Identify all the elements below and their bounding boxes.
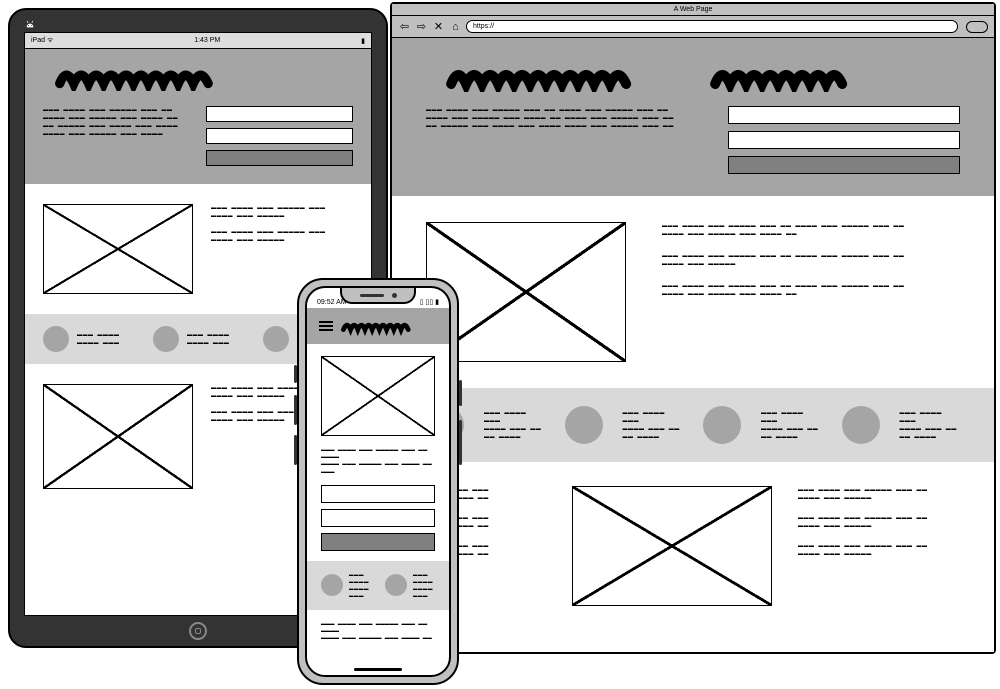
avatar-item: ▬▬▬ ▬▬▬▬▬▬▬▬ ▬▬▬ — [43, 326, 133, 352]
avatar-text: ▬▬▬ ▬▬▬▬▬▬▬▬ ▬▬▬ — [413, 571, 435, 600]
speaker-icon — [360, 294, 384, 297]
avatar-text: ▬▬▬ ▬▬▬▬▬▬▬▬ ▬▬▬ — [349, 571, 371, 600]
scribble-heading-1 — [426, 62, 666, 92]
feature-text: ▬▬▬ ▬▬▬▬ ▬▬▬ ▬▬▬▬▬ ▬▬▬ ▬▬ ▬▬▬▬ ▬▬▬ ▬▬▬▬▬… — [662, 282, 960, 298]
url-text: https:// — [473, 23, 494, 30]
avatar-text: ▬▬▬ ▬▬▬▬ ▬▬▬▬▬▬▬ ▬▬▬ ▬▬▬▬ ▬▬▬▬ — [623, 409, 684, 441]
submit-button[interactable] — [728, 156, 960, 174]
image-placeholder — [43, 384, 193, 489]
avatar-circle-icon — [321, 574, 343, 596]
phone-screen: 09:52 AM ▯ ▯▯ ▮ ▬▬▬ ▬▬▬▬ ▬▬▬ ▬▬▬▬▬ ▬▬▬ ▬… — [305, 286, 451, 677]
feature-text: ▬▬▬ ▬▬▬▬ ▬▬▬ ▬▬▬▬▬ ▬▬▬ ▬▬ ▬▬▬▬ ▬▬▬ ▬▬▬▬▬… — [662, 222, 960, 238]
browser-viewport: ▬▬▬ ▬▬▬▬ ▬▬▬ ▬▬▬▬▬ ▬▬▬ ▬▬ ▬▬▬▬ ▬▬▬ ▬▬▬▬▬… — [392, 38, 994, 652]
submit-button[interactable] — [206, 150, 353, 166]
home-indicator[interactable] — [354, 668, 402, 671]
avatar-item: ▬▬▬ ▬▬▬▬▬▬▬▬ ▬▬▬ — [153, 326, 243, 352]
browser-title-bar: A Web Page — [392, 4, 994, 16]
phone-side-button[interactable] — [459, 420, 462, 465]
hamburger-icon[interactable] — [319, 321, 333, 331]
avatar-circle-icon — [565, 406, 603, 444]
browser-login-form — [728, 106, 960, 174]
body-text: ▬▬▬ ▬▬▬▬ ▬▬▬ ▬▬▬▬▬ ▬▬▬ ▬▬ ▬▬▬▬▬▬▬▬ ▬▬▬ ▬… — [307, 610, 449, 652]
feature-text-1: ▬▬▬ ▬▬▬▬ ▬▬▬ ▬▬▬▬▬ ▬▬▬▬▬▬▬ ▬▬▬ ▬▬▬▬▬ — [211, 204, 353, 220]
phone-app-bar — [307, 308, 449, 344]
input-field-2[interactable] — [206, 128, 353, 144]
status-left: iPad ᯤ — [31, 36, 53, 45]
phone-side-button[interactable] — [459, 380, 462, 406]
avatar-item: ▬▬▬ ▬▬▬▬▬▬▬▬ ▬▬▬ — [385, 571, 435, 600]
phone-device-frame: 09:52 AM ▯ ▯▯ ▮ ▬▬▬ ▬▬▬▬ ▬▬▬ ▬▬▬▬▬ ▬▬▬ ▬… — [297, 278, 459, 685]
browser-hero-section: ▬▬▬ ▬▬▬▬ ▬▬▬ ▬▬▬▬▬ ▬▬▬ ▬▬ ▬▬▬▬ ▬▬▬ ▬▬▬▬▬… — [392, 38, 994, 196]
status-right: ▯ ▯▯ ▮ — [420, 298, 439, 306]
feature-text: ▬▬▬ ▬▬▬▬ ▬▬▬ ▬▬▬▬▬ ▬▬▬ ▬▬▬▬▬▬ ▬▬▬ ▬▬▬▬▬ — [798, 486, 960, 502]
forward-icon[interactable]: ⇨ — [415, 20, 428, 33]
phone-volume-down[interactable] — [294, 435, 297, 465]
url-bar[interactable]: https:// — [466, 20, 958, 33]
input-field-1[interactable] — [728, 106, 960, 124]
phone-content: ▬▬▬ ▬▬▬▬ ▬▬▬ ▬▬▬▬▬ ▬▬▬ ▬▬ ▬▬▬▬▬▬▬▬ ▬▬▬ ▬… — [307, 344, 449, 675]
avatar-circle-icon — [263, 326, 289, 352]
image-placeholder — [43, 204, 193, 294]
phone-notch — [340, 288, 416, 304]
input-field-1[interactable] — [206, 106, 353, 122]
image-placeholder — [572, 486, 772, 606]
phone-login-form — [307, 475, 449, 561]
input-field-2[interactable] — [321, 509, 435, 527]
body-text: ▬▬▬ ▬▬▬▬ ▬▬▬ ▬▬▬▬▬ ▬▬▬ ▬▬ ▬▬▬▬▬▬▬▬ ▬▬▬ ▬… — [307, 446, 449, 475]
back-icon[interactable]: ⇦ — [398, 20, 411, 33]
hero-placeholder-text: ▬▬▬ ▬▬▬▬ ▬▬▬ ▬▬▬▬▬ ▬▬▬ ▬▬▬▬▬▬ ▬▬▬ ▬▬▬▬▬ … — [43, 106, 190, 166]
home-icon[interactable]: ⌂ — [449, 20, 462, 33]
phone-avatar-row: ▬▬▬ ▬▬▬▬▬▬▬▬ ▬▬▬ ▬▬▬ ▬▬▬▬▬▬▬▬ ▬▬▬ — [307, 561, 449, 610]
toolbar-pill-button[interactable] — [966, 21, 988, 33]
submit-button[interactable] — [321, 533, 435, 551]
phone-mute-switch[interactable] — [294, 365, 297, 383]
avatar-circle-icon — [703, 406, 741, 444]
tablet-login-form — [206, 106, 353, 166]
browser-avatar-row: ▬▬▬ ▬▬▬▬ ▬▬▬▬▬▬▬ ▬▬▬ ▬▬▬▬ ▬▬▬▬ ▬▬▬ ▬▬▬▬ … — [392, 388, 994, 462]
avatar-text: ▬▬▬ ▬▬▬▬ ▬▬▬▬▬▬▬ ▬▬▬ ▬▬▬▬ ▬▬▬▬ — [761, 409, 822, 441]
hero-placeholder-text: ▬▬▬ ▬▬▬▬ ▬▬▬ ▬▬▬▬▬ ▬▬▬ ▬▬ ▬▬▬▬ ▬▬▬ ▬▬▬▬▬… — [426, 106, 692, 174]
image-placeholder — [321, 356, 435, 436]
browser-window: A Web Page ⇦ ⇨ ✕ ⌂ https:// ▬▬▬ ▬▬▬▬ ▬▬▬… — [390, 2, 996, 654]
feature-text: ▬▬▬ ▬▬▬▬ ▬▬▬ ▬▬▬▬▬ ▬▬▬ ▬▬ ▬▬▬▬ ▬▬▬ ▬▬▬▬▬… — [662, 252, 960, 268]
browser-toolbar: ⇦ ⇨ ✕ ⌂ https:// — [392, 16, 994, 38]
input-field-1[interactable] — [321, 485, 435, 503]
avatar-circle-icon — [385, 574, 407, 596]
phone-volume-up[interactable] — [294, 395, 297, 425]
browser-feature-row-2: ▬▬▬ ▬▬▬▬ ▬▬▬▬▬▬▬▬ ▬▬▬ ▬▬ ▬▬▬ ▬▬▬▬ ▬▬▬▬▬▬… — [392, 462, 994, 630]
avatar-item: ▬▬▬ ▬▬▬▬▬▬▬▬ ▬▬▬ — [321, 571, 371, 600]
scribble-heading-2 — [690, 62, 930, 92]
feature-text: ▬▬▬ ▬▬▬▬ ▬▬▬ ▬▬▬▬▬ ▬▬▬ ▬▬▬▬▬▬ ▬▬▬ ▬▬▬▬▬ — [798, 514, 960, 530]
status-right: ▮ — [361, 37, 365, 45]
avatar-circle-icon — [842, 406, 880, 444]
android-icon — [24, 18, 36, 33]
tablet-home-button[interactable] — [189, 622, 207, 640]
avatar-circle-icon — [153, 326, 179, 352]
avatar-text: ▬▬▬ ▬▬▬▬▬▬▬▬ ▬▬▬ — [187, 331, 229, 347]
tablet-hero-section: ▬▬▬ ▬▬▬▬ ▬▬▬ ▬▬▬▬▬ ▬▬▬ ▬▬▬▬▬▬ ▬▬▬ ▬▬▬▬▬ … — [25, 49, 371, 184]
avatar-text: ▬▬▬ ▬▬▬▬ ▬▬▬▬▬▬▬ ▬▬▬ ▬▬▬▬ ▬▬▬▬ — [484, 409, 545, 441]
feature-text-2: ▬▬▬ ▬▬▬▬ ▬▬▬ ▬▬▬▬▬ ▬▬▬▬▬▬▬ ▬▬▬ ▬▬▬▬▬ — [211, 228, 353, 244]
scribble-heading — [43, 63, 254, 91]
avatar-text: ▬▬▬ ▬▬▬▬▬▬▬▬ ▬▬▬ — [77, 331, 119, 347]
scribble-heading — [341, 316, 437, 336]
browser-feature-row: ▬▬▬ ▬▬▬▬ ▬▬▬ ▬▬▬▬▬ ▬▬▬ ▬▬ ▬▬▬▬ ▬▬▬ ▬▬▬▬▬… — [392, 196, 994, 388]
avatar-text: ▬▬▬ ▬▬▬▬ ▬▬▬▬▬▬▬ ▬▬▬ ▬▬▬▬ ▬▬▬▬ — [900, 409, 961, 441]
close-icon[interactable]: ✕ — [432, 20, 445, 33]
input-field-2[interactable] — [728, 131, 960, 149]
feature-text: ▬▬▬ ▬▬▬▬ ▬▬▬ ▬▬▬▬▬ ▬▬▬ ▬▬▬▬▬▬ ▬▬▬ ▬▬▬▬▬ — [798, 542, 960, 558]
status-center: 1:43 PM — [194, 37, 220, 44]
tablet-status-bar: iPad ᯤ 1:43 PM ▮ — [25, 33, 371, 49]
avatar-circle-icon — [43, 326, 69, 352]
camera-icon — [392, 293, 397, 298]
